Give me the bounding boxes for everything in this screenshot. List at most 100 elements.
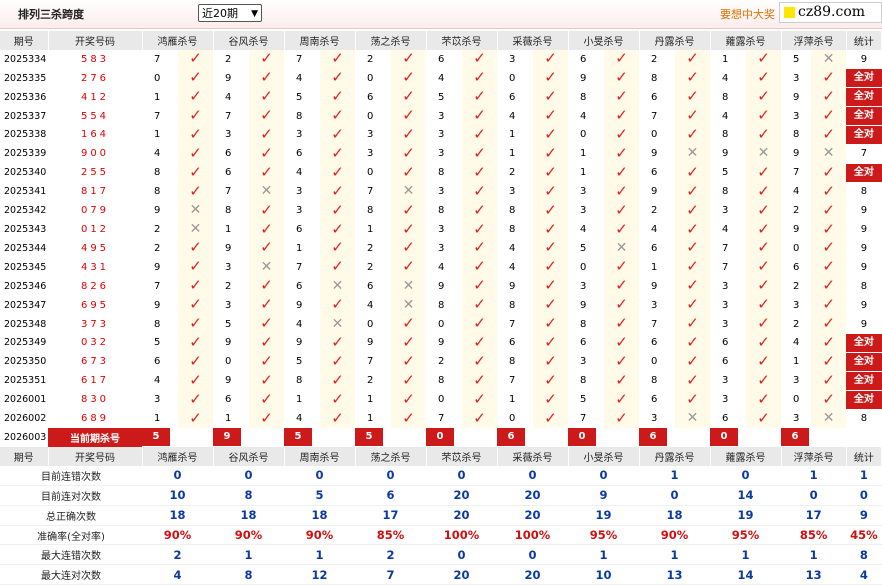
result-mark-cell: ✓ [320, 371, 355, 391]
kill-number-cell: 7 [651, 110, 658, 122]
result-mark-cell: ✓ [675, 333, 710, 353]
result-mark-cell: ✓ [533, 333, 568, 353]
column-header: 周南杀号 [284, 31, 356, 50]
promo-link[interactable]: 要想中大奖 [720, 6, 775, 22]
all-correct-badge: 全对 [846, 107, 882, 126]
result-mark-cell: ✓ [675, 352, 710, 372]
result-mark-cell: ✓ [391, 220, 426, 239]
kill-number-cell: 3 [793, 110, 800, 122]
result-mark-cell: ✓ [675, 87, 710, 107]
kill-number-cell: 3 [367, 129, 374, 141]
kill-number-cell: 8 [367, 205, 374, 217]
kill-number-cell: 7 [367, 186, 374, 198]
check-icon: ✓ [189, 333, 202, 351]
stats-value: 0 [639, 485, 710, 506]
check-icon: ✓ [473, 163, 486, 181]
check-icon: ✓ [260, 390, 273, 408]
draw-number-cell: 431 [80, 261, 110, 273]
stats-value: 18 [213, 505, 284, 526]
kill-number-cell: 3 [438, 148, 445, 160]
result-mark-cell: ✓ [391, 106, 426, 126]
stats-value: 45% [846, 525, 882, 546]
kill-number-cell: 9 [438, 337, 445, 349]
table-row: 2025348 373 8 ✓ 5 ✓ 4 ✕ 0 ✓ 0 ✓ 7 ✓ 8 ✓ 7 ✓ 3 ✓ 2 ✓ 9 [0, 314, 882, 334]
current-kill-badge: 6 [781, 428, 809, 447]
check-icon: ✓ [757, 220, 770, 238]
check-icon: ✓ [331, 201, 344, 219]
check-icon: ✓ [260, 371, 273, 389]
check-icon: ✓ [260, 68, 273, 87]
check-icon: ✓ [822, 295, 835, 314]
kill-number-cell: 6 [509, 337, 516, 349]
kill-number-cell: 0 [438, 318, 445, 330]
draw-number-cell: 164 [80, 129, 110, 141]
draw-number-cell: 830 [80, 394, 110, 406]
check-icon: ✓ [615, 409, 628, 427]
result-mark-cell: ✓ [746, 220, 781, 239]
draw-number-cell: 689 [80, 413, 110, 425]
result-mark-cell: ✓ [675, 125, 710, 145]
period-cell: 2025348 [4, 318, 47, 330]
result-mark-cell: ✓ [533, 182, 568, 202]
kill-number-cell: 4 [438, 261, 445, 273]
check-icon: ✓ [189, 87, 202, 106]
check-icon: ✓ [189, 352, 202, 370]
kill-number-cell: 1 [296, 394, 303, 406]
kill-number-cell: 1 [509, 394, 516, 406]
result-mark-cell: ✓ [604, 163, 639, 183]
kill-number-cell: 9 [580, 72, 587, 84]
stats-value: 6 [355, 485, 426, 506]
kill-number-cell: 8 [296, 375, 303, 387]
period-select[interactable]: 近20期 ▼ [198, 4, 262, 22]
check-icon: ✓ [822, 201, 835, 219]
check-icon: ✓ [544, 276, 557, 295]
check-icon: ✓ [544, 390, 557, 408]
kill-number-cell: 3 [793, 375, 800, 387]
table-row: 2025350 673 6 ✓ 0 ✓ 5 ✓ 7 ✓ 2 ✓ 8 ✓ 3 ✓ 0 ✓ 6 ✓ 1 ✓ 全对 [0, 352, 882, 372]
check-icon: ✓ [757, 87, 770, 106]
result-mark-cell: ✓ [746, 276, 781, 296]
kill-number-cell: 1 [367, 224, 374, 236]
stats-value: 85% [781, 525, 847, 546]
site-logo[interactable]: cz89.com [779, 2, 882, 23]
stats-value: 0 [497, 544, 568, 566]
result-mark-cell: ✓ [462, 238, 497, 258]
result-mark-cell: ✓ [462, 87, 497, 107]
check-icon: ✓ [544, 182, 557, 200]
stat-cell: 全对 [846, 333, 882, 353]
all-correct-badge: 全对 [846, 333, 882, 352]
stats-value: 4 [142, 564, 213, 585]
result-mark-cell: ✓ [811, 201, 847, 221]
check-icon: ✓ [473, 125, 486, 143]
result-mark-cell: ✓ [604, 371, 639, 391]
kill-number-cell: 6 [651, 91, 658, 103]
result-mark-cell: ✓ [746, 371, 781, 391]
period-cell: 2026003 [4, 431, 47, 443]
kill-number-cell: 5 [580, 242, 587, 254]
kill-number-cell: 7 [722, 242, 729, 254]
result-mark-cell: ✓ [249, 314, 284, 334]
stats-header: 期号 开奖号码 鸿雁杀号 谷风杀号 周南杀号 荡之杀号 芣苡杀号 采薇杀号 小旻杀号 丹露杀号 蕹露… [0, 446, 882, 466]
check-icon: ✓ [615, 333, 628, 351]
stat-cell: 9 [860, 224, 868, 236]
kill-number-cell: 2 [225, 53, 232, 65]
table-row: 2025347 695 9 ✓ 3 ✓ 9 ✓ 4 ✕ 8 ✓ 8 ✓ 9 ✓ 3 ✓ 3 ✓ 3 ✓ 9 [0, 295, 882, 315]
kill-number-cell: 9 [651, 148, 658, 160]
result-mark-cell: ✓ [604, 49, 639, 69]
stats-value: 14 [710, 485, 781, 506]
result-mark-cell: ✓ [249, 125, 284, 145]
result-mark-cell: ✓ [604, 409, 639, 429]
kill-number-cell: 0 [793, 242, 800, 254]
kill-number-cell: 1 [154, 129, 161, 141]
current-kill-number: 5 [142, 428, 178, 447]
period-cell: 2025335 [4, 72, 47, 84]
check-icon: ✓ [189, 295, 202, 314]
result-mark-cell: ✓ [320, 201, 355, 221]
kill-number-cell: 4 [722, 72, 729, 84]
period-cell: 2025343 [4, 224, 47, 236]
kill-number-cell: 9 [367, 337, 374, 349]
check-icon: ✓ [615, 106, 628, 125]
check-icon: ✓ [260, 276, 273, 295]
draw-number-cell: 255 [80, 167, 110, 179]
check-icon: ✓ [402, 163, 415, 181]
